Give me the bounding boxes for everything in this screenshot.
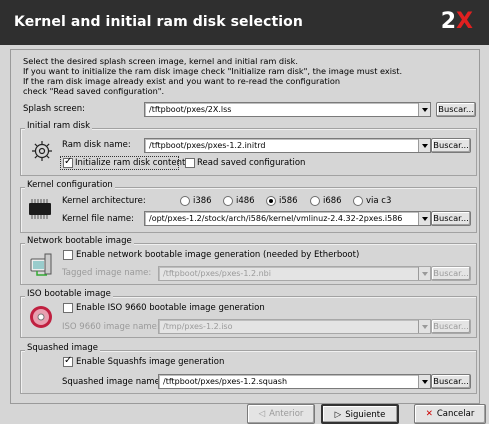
chevron-down-icon[interactable]	[418, 103, 430, 116]
splash-browse-button[interactable]: Buscar...	[436, 102, 476, 117]
squashed-browse-button[interactable]: Buscar...	[431, 374, 471, 389]
squashed-image-label: Squashed image name:	[62, 377, 163, 387]
arrow-left-icon: ◁	[258, 409, 266, 419]
arch-radio-i486[interactable]	[223, 196, 233, 206]
read-saved-config-checkbox[interactable]	[185, 158, 195, 168]
logo-x: X	[456, 9, 473, 34]
enable-squashfs-checkbox[interactable]	[63, 355, 73, 367]
arch-radio-i386[interactable]	[180, 196, 190, 206]
kernel-file-label: Kernel file name:	[62, 214, 135, 224]
arch-option-via-c3[interactable]: via c3	[366, 196, 391, 206]
kernel-file-combo[interactable]: /opt/pxes-1.2/stock/arch/i586/kernel/vml…	[144, 211, 431, 226]
iso-browse-button[interactable]: Buscar...	[431, 319, 471, 334]
kernel-group-title: Kernel configuration	[25, 180, 115, 190]
enable-squashfs-label[interactable]: Enable Squashfs image generation	[76, 357, 224, 367]
arch-option-i686[interactable]: i686	[323, 196, 342, 206]
enable-network-image-checkbox[interactable]	[63, 250, 73, 260]
enable-iso-image-checkbox[interactable]	[63, 303, 73, 313]
ramdisk-label: Ram disk name:	[62, 140, 131, 150]
cd-disc-icon	[30, 306, 52, 328]
iso-image-combo[interactable]: /tmp/pxes-1.2.iso	[158, 319, 431, 334]
back-button-label: Anterior	[269, 409, 304, 419]
logo-digit: 2	[440, 9, 457, 34]
chip-icon	[29, 199, 51, 219]
tagged-image-combo[interactable]: /tftpboot/pxes/pxes-1.2.nbi	[158, 266, 431, 281]
tagged-image-label: Tagged image name:	[62, 268, 152, 278]
ramdisk-value: /tftpboot/pxes/pxes-1.2.initrd	[149, 141, 266, 150]
intro-line: Select the desired splash screen image, …	[23, 56, 299, 66]
kernel-browse-button[interactable]: Buscar...	[431, 211, 471, 226]
initialize-ramdisk-label[interactable]: Initialize ram disk contents	[75, 158, 190, 168]
squashed-image-combo[interactable]: /tftpboot/pxes/pxes-1.2.squash	[158, 374, 431, 389]
network-browse-button[interactable]: Buscar...	[431, 266, 471, 281]
iso-group-title: ISO bootable image	[25, 289, 113, 299]
arch-option-i386[interactable]: i386	[193, 196, 212, 206]
ramdisk-combo[interactable]: /tftpboot/pxes/pxes-1.2.initrd	[144, 138, 431, 153]
chevron-down-icon[interactable]	[418, 320, 430, 333]
close-icon: ✕	[425, 409, 433, 419]
intro-text: Select the desired splash screen image, …	[23, 56, 473, 96]
arch-option-i486[interactable]: i486	[236, 196, 255, 206]
kernel-file-value: /opt/pxes-1.2/stock/arch/i586/kernel/vml…	[149, 214, 403, 223]
cancel-button-label: Cancelar	[436, 409, 475, 419]
network-group-title: Network bootable image	[25, 236, 134, 246]
kernel-group	[20, 187, 477, 233]
arch-radio-i686[interactable]	[310, 196, 320, 206]
enable-iso-image-label[interactable]: Enable ISO 9660 bootable image generatio…	[76, 303, 265, 313]
window-title: Kernel and initial ram disk selection	[14, 14, 303, 30]
arrow-right-icon: ▷	[334, 410, 342, 420]
chevron-down-icon[interactable]	[418, 267, 430, 280]
next-button-label: Siguiente	[345, 410, 386, 420]
initrd-group-title: Initial ram disk	[25, 121, 93, 131]
brand-logo: 2X	[441, 9, 473, 34]
arch-radio-i586[interactable]	[266, 196, 276, 206]
chevron-down-icon[interactable]	[418, 139, 430, 152]
splash-combo[interactable]: /tftpboot/pxes/2X.lss	[144, 102, 431, 117]
splash-label: Splash screen:	[23, 104, 85, 114]
splash-value: /tftpboot/pxes/2X.lss	[149, 105, 232, 114]
tagged-image-value: /tftpboot/pxes/pxes-1.2.nbi	[163, 269, 271, 278]
gear-icon	[32, 141, 52, 161]
cancel-button[interactable]: ✕ Cancelar	[414, 404, 486, 424]
title-banner: Kernel and initial ram disk selection 2X	[0, 0, 489, 45]
chevron-down-icon[interactable]	[418, 375, 430, 388]
intro-line: check "Read saved configuration".	[23, 86, 165, 96]
back-button[interactable]: ◁ Anterior	[247, 404, 315, 424]
read-saved-config-label[interactable]: Read saved configuration	[197, 158, 305, 168]
chevron-down-icon[interactable]	[418, 212, 430, 225]
arch-radio-via-c3[interactable]	[353, 196, 363, 206]
arch-option-i586[interactable]: i586	[279, 196, 298, 206]
iso-image-label: ISO 9660 image name:	[62, 322, 160, 332]
ramdisk-browse-button[interactable]: Buscar...	[431, 138, 471, 153]
intro-line: If you want to initialize the ram disk i…	[23, 66, 403, 76]
network-computer-icon	[30, 253, 52, 276]
squashed-image-value: /tftpboot/pxes/pxes-1.2.squash	[163, 377, 288, 386]
kernel-arch-label: Kernel architecture:	[62, 196, 146, 206]
next-button[interactable]: ▷ Siguiente	[321, 404, 399, 424]
initialize-ramdisk-checkbox[interactable]	[63, 156, 73, 168]
iso-image-value: /tmp/pxes-1.2.iso	[163, 322, 233, 331]
squashed-group-title: Squashed image	[25, 343, 101, 353]
intro-line: If the ram disk image already exist and …	[23, 76, 341, 86]
enable-network-image-label[interactable]: Enable network bootable image generation…	[76, 250, 359, 260]
